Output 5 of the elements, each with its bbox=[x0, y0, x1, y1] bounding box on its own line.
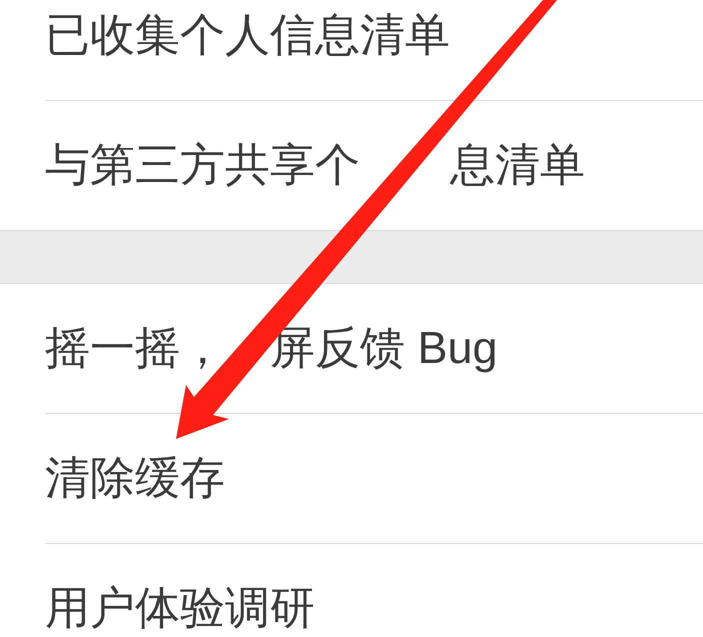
menu-item[interactable]: 清除缓存 bbox=[0, 414, 703, 543]
menu-item[interactable]: 用户体验调研 bbox=[0, 544, 703, 637]
menu-item[interactable]: 已收集个人信息清单 bbox=[0, 0, 703, 100]
menu-item[interactable]: 与第三方共享个 息清单 bbox=[0, 101, 703, 230]
menu-item[interactable]: 摇一摇， 屏反馈 Bug bbox=[0, 284, 703, 413]
